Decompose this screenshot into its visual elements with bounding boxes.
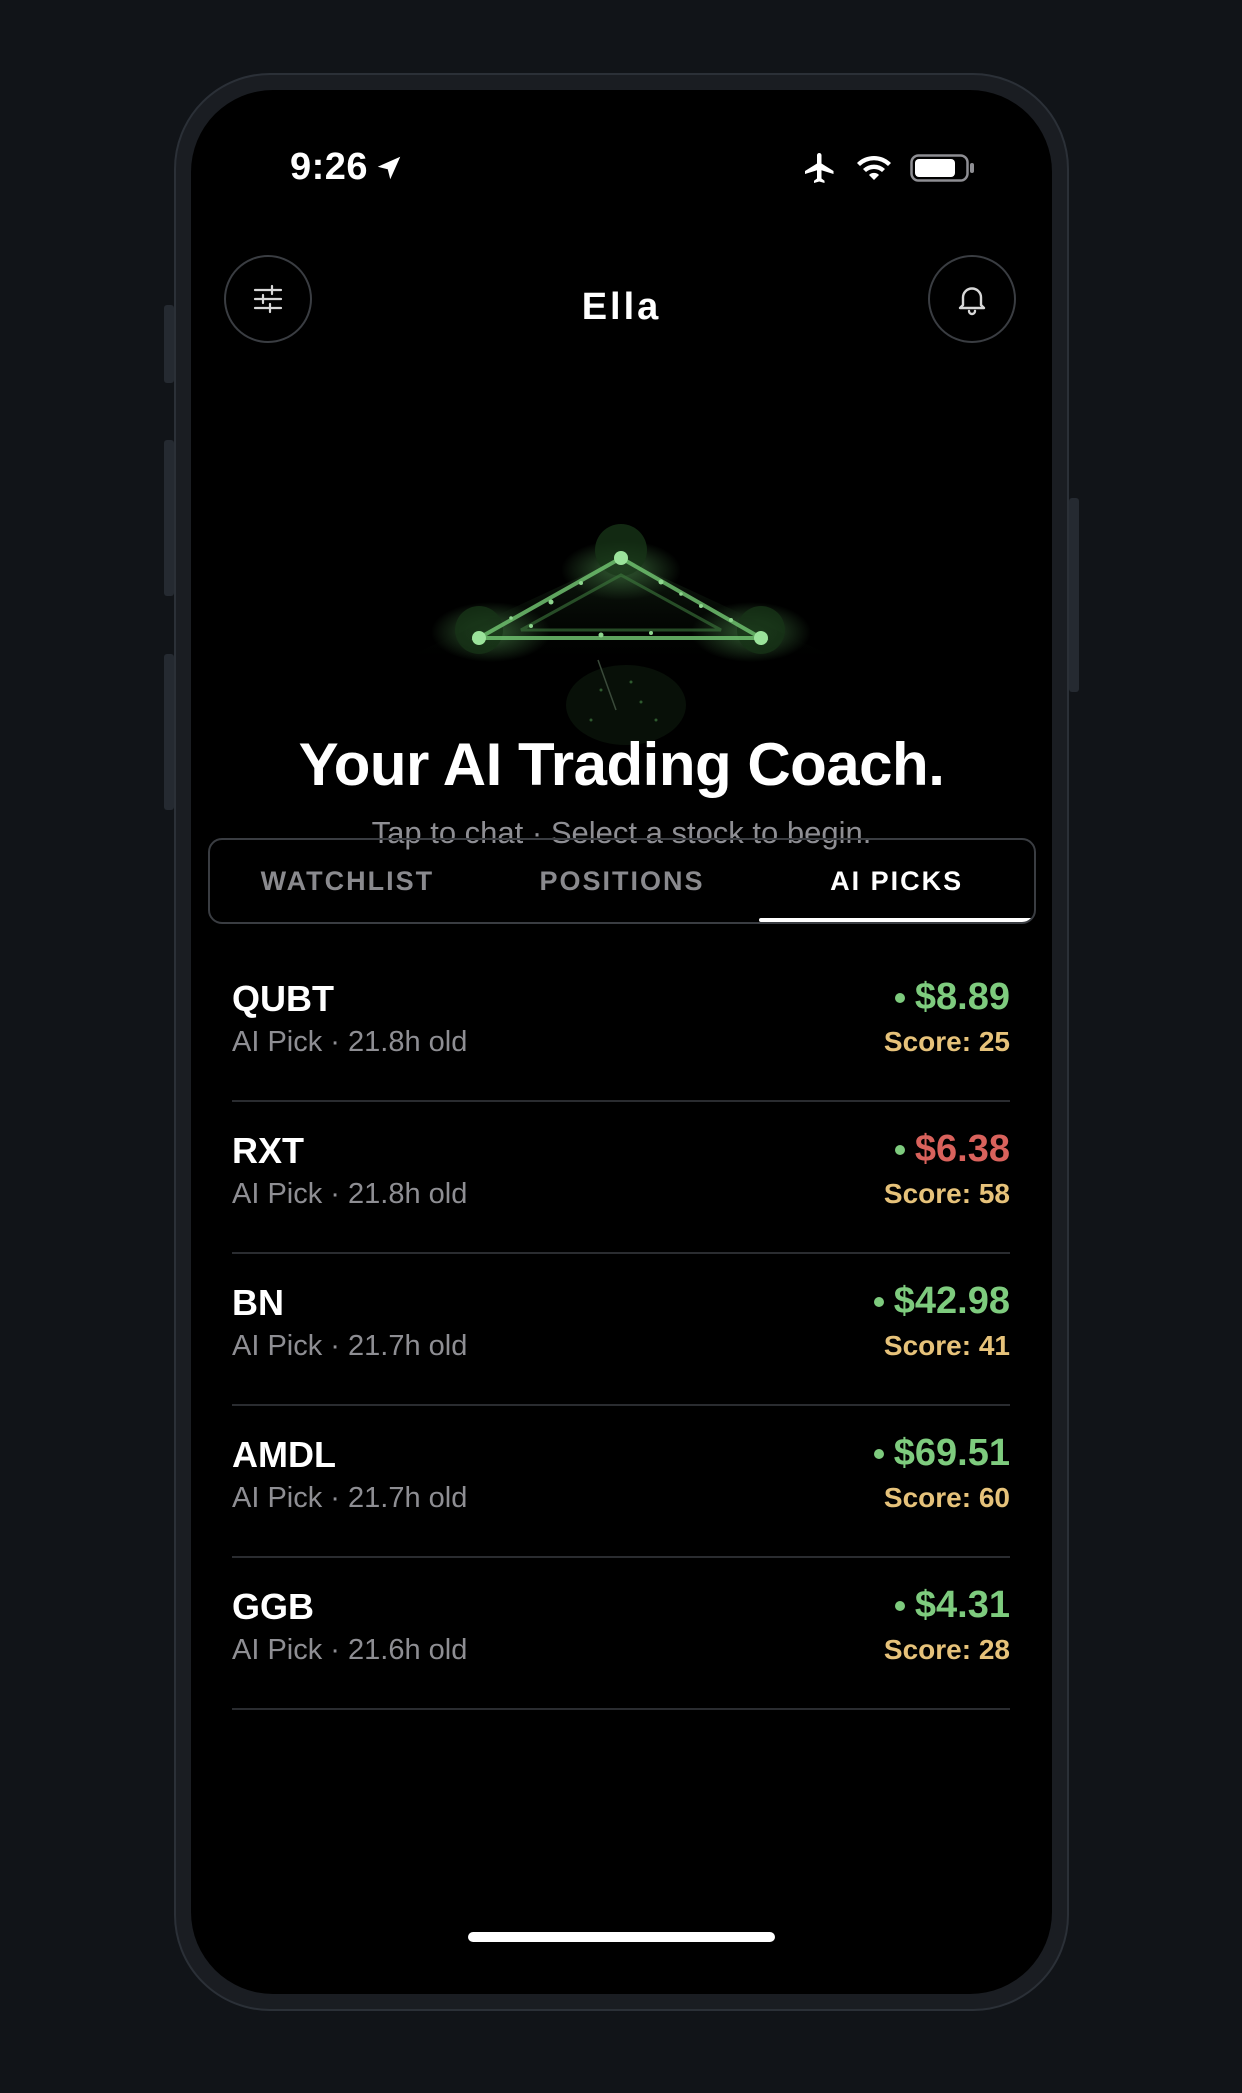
tab-bar: WATCHLIST POSITIONS AI PICKS	[208, 838, 1036, 924]
battery-icon	[910, 154, 974, 182]
app-screen: 9:26 Ella Your AI Trading Coach. Tap to …	[191, 90, 1052, 1994]
score: Score: 25	[883, 1026, 1010, 1057]
price: $6.38	[894, 1128, 1010, 1171]
side-button	[164, 654, 174, 810]
score: Score: 58	[883, 1178, 1010, 1209]
wifi-icon	[857, 155, 891, 180]
notifications-button[interactable]	[928, 255, 1016, 343]
ticker-symbol: BN	[232, 1282, 284, 1323]
list-item[interactable]: AMDL AI Pick · 21.7h old $69.51 Score: 6…	[232, 1406, 1010, 1558]
list-item[interactable]: RXT AI Pick · 21.8h old $6.38 Score: 58	[232, 1102, 1010, 1254]
price-value: $42.98	[893, 1280, 1010, 1322]
status-time-label: 9:26	[290, 146, 369, 188]
ai-picks-list: QUBT AI Pick · 21.8h old $8.89 Score: 25…	[232, 950, 1010, 1710]
hero-title: Your AI Trading Coach.	[298, 731, 945, 798]
list-item[interactable]: GGB AI Pick · 21.6h old $4.31 Score: 28	[232, 1558, 1010, 1710]
bell-icon	[958, 287, 986, 316]
status-dot	[873, 1296, 884, 1307]
tab-ai-picks[interactable]: AI PICKS	[759, 840, 1034, 922]
ticker-symbol: AMDL	[232, 1434, 336, 1475]
pick-meta: AI Pick · 21.7h old	[232, 1330, 468, 1362]
app-title: Ella	[581, 286, 662, 328]
ticker-symbol: RXT	[232, 1130, 304, 1171]
price-value: $8.89	[914, 976, 1010, 1018]
price: $8.89	[894, 976, 1010, 1019]
tab-watchlist[interactable]: WATCHLIST	[210, 840, 485, 922]
price: $69.51	[873, 1432, 1010, 1475]
tab-positions[interactable]: POSITIONS	[485, 840, 760, 922]
list-item[interactable]: QUBT AI Pick · 21.8h old $8.89 Score: 25	[232, 950, 1010, 1102]
score: Score: 60	[883, 1482, 1010, 1513]
price-value: $69.51	[893, 1432, 1010, 1474]
ticker-symbol: GGB	[232, 1586, 315, 1627]
ticker-symbol: QUBT	[232, 978, 334, 1019]
home-indicator[interactable]	[468, 1932, 775, 1942]
price: $42.98	[873, 1280, 1010, 1323]
price-value: $4.31	[914, 1584, 1010, 1626]
ai-coach-orb[interactable]	[401, 420, 841, 760]
side-button	[1069, 498, 1079, 692]
pick-meta: AI Pick · 21.6h old	[232, 1634, 468, 1666]
side-button	[164, 305, 174, 383]
side-button	[164, 440, 174, 596]
list-item[interactable]: BN AI Pick · 21.7h old $42.98 Score: 41	[232, 1254, 1010, 1406]
status-dot	[873, 1448, 884, 1459]
status-dot	[894, 992, 905, 1003]
status-time: 9:26	[290, 146, 404, 189]
score: Score: 28	[883, 1634, 1010, 1665]
status-icons	[802, 146, 976, 190]
location-arrow-icon	[377, 156, 401, 179]
price: $4.31	[894, 1584, 1010, 1627]
status-dot	[894, 1600, 905, 1611]
airplane-icon	[805, 153, 834, 183]
pick-meta: AI Pick · 21.8h old	[232, 1026, 468, 1058]
pick-meta: AI Pick · 21.8h old	[232, 1178, 468, 1210]
status-dot	[894, 1144, 905, 1155]
pick-meta: AI Pick · 21.7h old	[232, 1482, 468, 1514]
score: Score: 41	[883, 1330, 1010, 1361]
price-value: $6.38	[914, 1128, 1010, 1170]
